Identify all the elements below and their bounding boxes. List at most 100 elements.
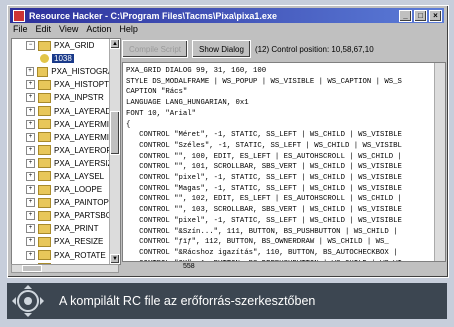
tree-item[interactable]: + PXA_HISTOGRAM <box>12 65 120 78</box>
expand-icon[interactable]: + <box>26 237 35 247</box>
resource-leaf-icon <box>40 54 49 64</box>
nav-pad-icon <box>11 284 45 318</box>
scroll-down-icon[interactable]: ▼ <box>110 254 120 264</box>
tree-item[interactable]: + PXA_LAYERSIZE <box>12 157 120 170</box>
status-bar: 558 <box>11 263 444 274</box>
expand-icon[interactable]: + <box>26 93 35 103</box>
tree-scrollbar[interactable]: ▲ ▼ <box>109 39 120 264</box>
page-frame: Resource Hacker - C:\Program Files\Tacms… <box>0 0 454 327</box>
tree-item-label: PXA_INPSTR <box>54 93 104 103</box>
tree-item-label: PXA_LAYEROPT <box>54 145 117 155</box>
expand-icon[interactable]: + <box>26 171 35 181</box>
maximize-button[interactable]: □ <box>414 9 427 22</box>
folder-icon <box>38 171 51 182</box>
expand-icon[interactable]: + <box>26 67 34 77</box>
code-line: CONTROL "Magas", -1, STATIC, SS_LEFT | W… <box>126 184 402 193</box>
menu-file[interactable]: File <box>13 24 28 36</box>
tree-item-label: PXA_HISTOPT <box>54 80 109 90</box>
folder-icon <box>38 106 51 117</box>
tree-item[interactable]: + PXA_HISTOPT <box>12 78 120 91</box>
tree-item[interactable]: + PXA_LAYEROPT <box>12 144 120 157</box>
folder-icon <box>38 132 51 143</box>
code-line: CAPTION "Rács" <box>126 88 188 97</box>
expand-icon[interactable]: + <box>26 250 35 260</box>
folder-icon <box>36 66 49 77</box>
toolbar: Compile Script Show Dialog (12) Control … <box>122 40 444 58</box>
menu-bar: File Edit View Action Help <box>10 24 447 36</box>
tree-item[interactable]: + PXA_INPSTR <box>12 91 120 104</box>
menu-edit[interactable]: Edit <box>36 24 52 36</box>
tree-item-label: PXA_RESIZE <box>54 237 104 247</box>
folder-icon <box>38 145 51 156</box>
tree-item[interactable]: + PXA_LAYERMIX <box>12 118 120 131</box>
tree-item-label: PXA_PAINTOPT <box>54 198 114 208</box>
tree-item[interactable]: + PXA_PARTSBOX <box>12 209 120 222</box>
tree-item[interactable]: + PXA_LAYSEL <box>12 170 120 183</box>
tree-item[interactable]: + PXA_ROTATE <box>12 249 120 262</box>
collapse-icon[interactable]: − <box>26 41 35 51</box>
folder-icon <box>38 250 51 261</box>
expand-icon[interactable]: + <box>26 224 35 234</box>
editor-scrollbar[interactable] <box>434 63 445 261</box>
code-line: CONTROL "", 100, EDIT, ES_LEFT | ES_AUTO… <box>126 152 402 161</box>
script-code[interactable]: PXA_GRID DIALOG 99, 31, 160, 100 STYLE DS… <box>126 66 433 261</box>
expand-icon[interactable]: + <box>26 145 35 155</box>
tree-item-label: PXA_PRINT <box>54 224 99 234</box>
expand-icon[interactable]: + <box>26 211 35 221</box>
code-line: CONTROL "", 103, SCROLLBAR, SBS_VERT | W… <box>126 206 402 215</box>
folder-icon <box>38 197 51 208</box>
expand-icon[interactable]: + <box>26 80 35 90</box>
menu-help[interactable]: Help <box>119 24 138 36</box>
tree-item[interactable]: + PXA_PRINT <box>12 222 120 235</box>
code-line: CONTROL "&Szín...", 111, BUTTON, BS_PUSH… <box>126 227 398 236</box>
code-line: STYLE DS_MODALFRAME | WS_POPUP | WS_VISI… <box>126 77 402 86</box>
tree-item-label: 1038 <box>52 54 74 64</box>
tree-item-label: PXA_LAYERMIX <box>54 119 115 129</box>
expand-icon[interactable]: + <box>26 158 35 168</box>
show-dialog-button[interactable]: Show Dialog <box>192 40 251 58</box>
code-line: CONTROL "&Rácshoz igazítás", 110, BUTTON… <box>126 248 398 257</box>
code-line: CONTROL "OK", 1, BUTTON, BS_DEFPUSHBUTTO… <box>126 259 433 261</box>
tree-item[interactable]: + PXA_LAYERMIX2 <box>12 131 120 144</box>
minimize-button[interactable]: _ <box>399 9 412 22</box>
tree-item[interactable]: + PXA_PAINTOPT <box>12 196 120 209</box>
expand-icon[interactable]: + <box>26 119 35 129</box>
folder-icon <box>38 158 51 169</box>
code-line: CONTROL "pixel", -1, STATIC, SS_LEFT | W… <box>126 174 402 183</box>
code-line: { <box>126 120 131 129</box>
scroll-up-icon[interactable]: ▲ <box>110 39 120 49</box>
tree-item[interactable]: + PXA_LOOPE <box>12 183 120 196</box>
tree-scroll-thumb[interactable] <box>110 111 120 155</box>
code-line: CONTROL "Széles", -1, STATIC, SS_LEFT | … <box>126 141 402 150</box>
tree-item[interactable]: 1038 <box>12 52 120 65</box>
tree-item-label: PXA_LOOPE <box>54 185 103 195</box>
tree-item[interactable]: + PXA_RESIZE <box>12 235 120 248</box>
tree-item-label: PXA_ROTATE <box>54 250 106 260</box>
expand-icon[interactable]: + <box>26 185 35 195</box>
menu-view[interactable]: View <box>59 24 78 36</box>
tree-hscrollbar[interactable] <box>11 264 119 273</box>
menu-action[interactable]: Action <box>86 24 111 36</box>
script-editor[interactable]: PXA_GRID DIALOG 99, 31, 160, 100 STYLE DS… <box>122 62 446 262</box>
expand-icon[interactable]: + <box>26 132 35 142</box>
folder-icon <box>38 79 51 90</box>
nav-arrows-icon <box>12 285 44 317</box>
tree-item-label: PXA_LAYERADD <box>54 106 117 116</box>
tree-item[interactable]: − PXA_GRID <box>12 39 120 52</box>
compile-script-button[interactable]: Compile Script <box>122 40 189 58</box>
tree-item[interactable]: + PXA_LAYERADD <box>12 104 120 117</box>
title-bar: Resource Hacker - C:\Program Files\Tacms… <box>10 8 444 23</box>
hscroll-thumb[interactable] <box>22 265 42 272</box>
code-line: CONTROL "", 101, SCROLLBAR, SBS_VERT | W… <box>126 163 402 172</box>
close-button[interactable]: × <box>429 9 442 22</box>
tree-item-label: PXA_GRID <box>54 41 95 51</box>
code-line: CONTROL "Méret", -1, STATIC, SS_LEFT | W… <box>126 131 402 140</box>
folder-icon <box>38 223 51 234</box>
code-line: CONTROL "ƒïƒ", 112, BUTTON, BS_OWNERDRAW… <box>126 238 389 247</box>
tree-item-label: PXA_PARTSBOX <box>54 211 118 221</box>
tree-rows: − PXA_GRID 1038 + PXA_HISTOGRAM + PXA_HISTOPT +… <box>12 39 120 264</box>
expand-icon[interactable]: + <box>26 106 35 116</box>
expand-icon[interactable]: + <box>26 198 35 208</box>
folder-icon <box>38 210 51 221</box>
folder-icon <box>38 92 51 103</box>
